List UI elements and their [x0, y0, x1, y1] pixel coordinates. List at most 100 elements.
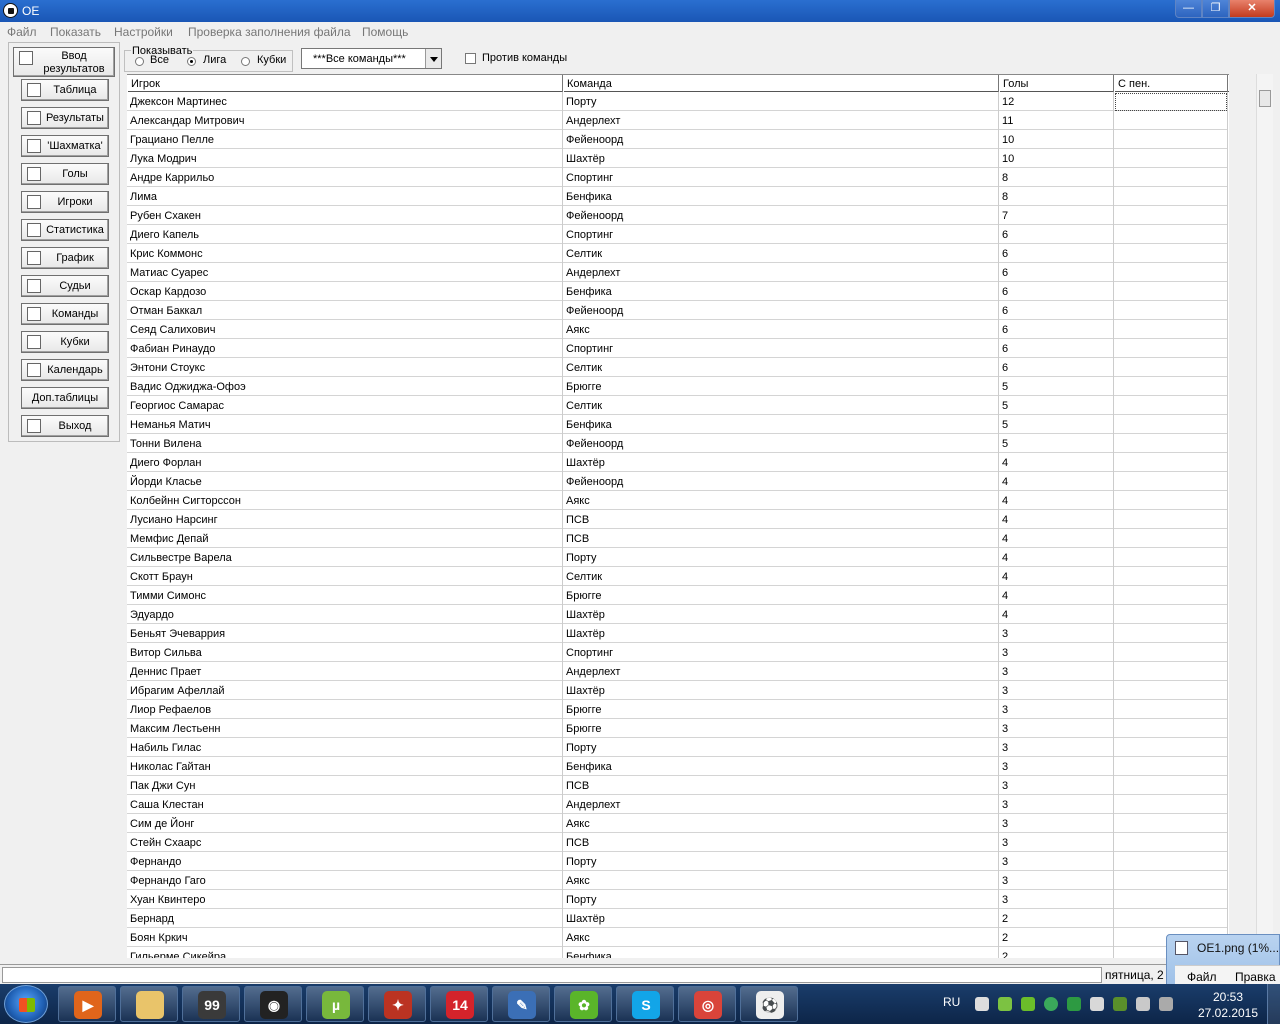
goals-cell[interactable]: 3: [999, 643, 1114, 662]
team-cell[interactable]: Шахтёр: [563, 909, 999, 928]
taskbar-button[interactable]: ◎: [678, 986, 736, 1022]
penalties-cell[interactable]: [1114, 909, 1228, 928]
penalties-cell[interactable]: [1114, 795, 1228, 814]
goals-cell[interactable]: 6: [999, 282, 1114, 301]
table-row[interactable]: Саша Клестан Андерлехт 3: [127, 795, 1228, 814]
team-cell[interactable]: Порту: [563, 92, 999, 111]
goals-cell[interactable]: 6: [999, 339, 1114, 358]
player-cell[interactable]: Мемфис Депай: [127, 529, 563, 548]
radio-all[interactable]: [135, 57, 144, 66]
player-cell[interactable]: Николас Гайтан: [127, 757, 563, 776]
penalties-cell[interactable]: [1114, 510, 1228, 529]
sidebar-button-7[interactable]: График: [21, 247, 109, 269]
taskbar-button[interactable]: ✿: [554, 986, 612, 1022]
team-cell[interactable]: Аякс: [563, 491, 999, 510]
table-row[interactable]: Фабиан Ринаудо Спортинг 6: [127, 339, 1228, 358]
goals-cell[interactable]: 5: [999, 434, 1114, 453]
table-row[interactable]: Матиас Суарес Андерлехт 6: [127, 263, 1228, 282]
maximize-button[interactable]: ❐: [1202, 0, 1229, 18]
team-cell[interactable]: Порту: [563, 738, 999, 757]
goals-cell[interactable]: 3: [999, 719, 1114, 738]
player-cell[interactable]: Боян Кркич: [127, 928, 563, 947]
player-cell[interactable]: Йорди Класье: [127, 472, 563, 491]
penalties-cell[interactable]: [1114, 339, 1228, 358]
taskbar-button[interactable]: [120, 986, 178, 1022]
nvidia-icon[interactable]: [1113, 997, 1127, 1011]
team-cell[interactable]: Шахтёр: [563, 624, 999, 643]
penalties-cell[interactable]: [1114, 301, 1228, 320]
sidebar-button-10[interactable]: Кубки: [21, 331, 109, 353]
penalties-cell[interactable]: [1114, 529, 1228, 548]
radio-league[interactable]: [187, 57, 196, 66]
image-viewer-window[interactable]: OE1.png (1%... Файл Правка: [1166, 934, 1280, 987]
taskbar-button[interactable]: ⚽: [740, 986, 798, 1022]
player-cell[interactable]: Фабиан Ринаудо: [127, 339, 563, 358]
taskbar-button[interactable]: ✦: [368, 986, 426, 1022]
goals-cell[interactable]: 10: [999, 149, 1114, 168]
player-cell[interactable]: Отман Баккал: [127, 301, 563, 320]
player-cell[interactable]: Скотт Браун: [127, 567, 563, 586]
goals-cell[interactable]: 3: [999, 757, 1114, 776]
taskbar-button[interactable]: µ: [306, 986, 364, 1022]
goals-cell[interactable]: 4: [999, 453, 1114, 472]
penalties-cell[interactable]: [1114, 662, 1228, 681]
goals-cell[interactable]: 11: [999, 111, 1114, 130]
vertical-scrollbar[interactable]: [1256, 74, 1273, 958]
chevron-down-icon[interactable]: [425, 49, 441, 68]
sidebar-button-8[interactable]: Судьи: [21, 275, 109, 297]
player-cell[interactable]: Грациано Пелле: [127, 130, 563, 149]
penalties-cell[interactable]: [1114, 852, 1228, 871]
table-row[interactable]: Тонни Вилена Фейеноорд 5: [127, 434, 1228, 453]
table-row[interactable]: Лиор Рефаелов Брюгге 3: [127, 700, 1228, 719]
team-cell[interactable]: Фейеноорд: [563, 301, 999, 320]
player-cell[interactable]: Крис Коммонс: [127, 244, 563, 263]
penalties-cell[interactable]: [1114, 358, 1228, 377]
goals-cell[interactable]: 6: [999, 301, 1114, 320]
radio-cups[interactable]: [241, 57, 250, 66]
penalties-cell[interactable]: [1114, 871, 1228, 890]
player-cell[interactable]: Энтони Стоукс: [127, 358, 563, 377]
team-cell[interactable]: Шахтёр: [563, 453, 999, 472]
team-cell[interactable]: Андерлехт: [563, 795, 999, 814]
table-row[interactable]: Скотт Браун Селтик 4: [127, 567, 1228, 586]
team-cell[interactable]: Селтик: [563, 567, 999, 586]
goals-cell[interactable]: 6: [999, 263, 1114, 282]
table-row[interactable]: Гильерме Сикейра Бенфика 2: [127, 947, 1228, 958]
image-viewer-menu-edit[interactable]: Правка: [1235, 970, 1276, 984]
goals-cell[interactable]: 8: [999, 187, 1114, 206]
taskbar-button[interactable]: 14: [430, 986, 488, 1022]
player-cell[interactable]: Сильвестре Варела: [127, 548, 563, 567]
sidebar-button-0[interactable]: Ввод результатов: [13, 47, 115, 77]
penalties-cell[interactable]: [1114, 548, 1228, 567]
table-row[interactable]: Андре Каррильо Спортинг 8: [127, 168, 1228, 187]
team-cell[interactable]: Бенфика: [563, 187, 999, 206]
player-cell[interactable]: Лука Модрич: [127, 149, 563, 168]
penalties-cell[interactable]: [1114, 605, 1228, 624]
goals-cell[interactable]: 2: [999, 928, 1114, 947]
goals-cell[interactable]: 4: [999, 529, 1114, 548]
goals-cell[interactable]: 3: [999, 700, 1114, 719]
team-cell[interactable]: Брюгге: [563, 586, 999, 605]
penalties-cell[interactable]: [1114, 776, 1228, 795]
team-cell[interactable]: Селтик: [563, 358, 999, 377]
column-header-penalties[interactable]: С пен.: [1114, 75, 1228, 92]
table-row[interactable]: Пак Джи Сун ПСВ 3: [127, 776, 1228, 795]
goals-cell[interactable]: 5: [999, 377, 1114, 396]
goals-cell[interactable]: 8: [999, 168, 1114, 187]
table-row[interactable]: Деннис Прает Андерлехт 3: [127, 662, 1228, 681]
player-cell[interactable]: Андре Каррильо: [127, 168, 563, 187]
penalties-cell[interactable]: [1114, 453, 1228, 472]
player-cell[interactable]: Тонни Вилена: [127, 434, 563, 453]
team-cell[interactable]: Брюгге: [563, 719, 999, 738]
player-cell[interactable]: Бернард: [127, 909, 563, 928]
menu-show[interactable]: Показать: [50, 25, 101, 39]
penalties-cell[interactable]: [1114, 738, 1228, 757]
penalties-cell[interactable]: [1114, 396, 1228, 415]
sidebar-button-12[interactable]: Доп.таблицы: [21, 387, 109, 409]
player-cell[interactable]: Сеяд Салихович: [127, 320, 563, 339]
icq-tray-icon[interactable]: [1021, 997, 1035, 1011]
volume-icon[interactable]: [1136, 997, 1150, 1011]
team-cell[interactable]: Шахтёр: [563, 149, 999, 168]
penalties-cell[interactable]: [1114, 757, 1228, 776]
clock-time[interactable]: 20:53: [1200, 990, 1256, 1004]
